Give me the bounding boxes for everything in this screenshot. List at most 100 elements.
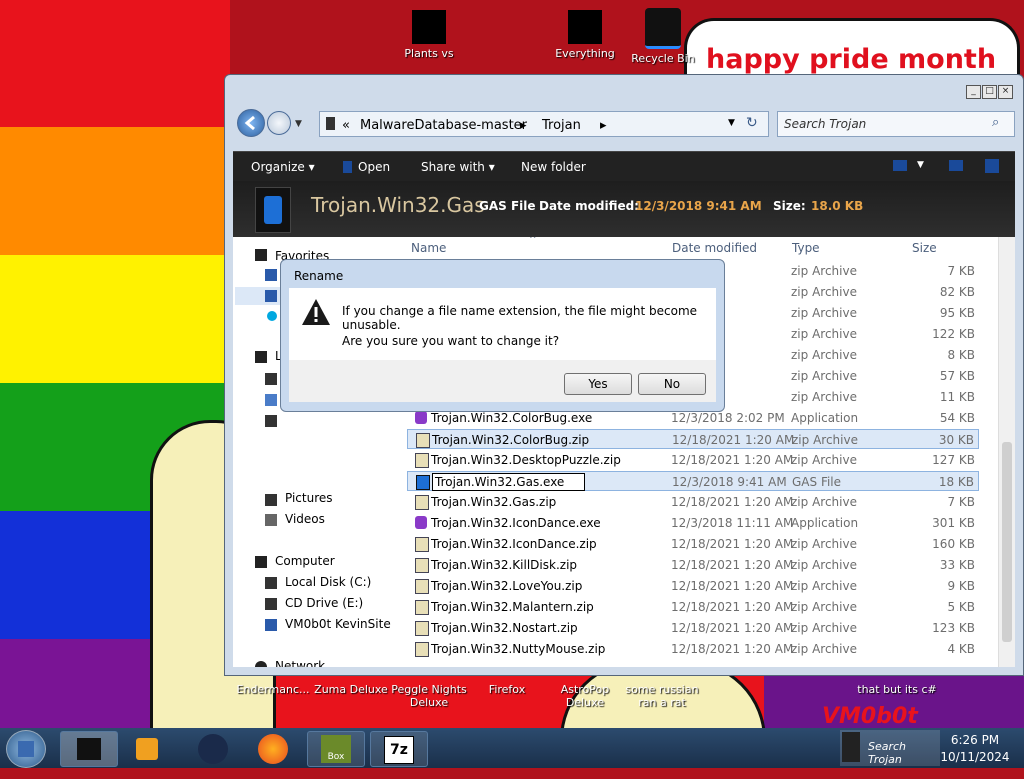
- column-header-name[interactable]: Name: [411, 241, 446, 255]
- refresh-icon[interactable]: ↻: [746, 115, 758, 131]
- file-type: zip Archive: [792, 433, 858, 447]
- desktop-icon-peggle-nights[interactable]: Peggle Nights Deluxe: [386, 683, 472, 709]
- nav-computer[interactable]: Computer: [275, 554, 335, 568]
- file-type: zip Archive: [791, 369, 857, 383]
- start-button[interactable]: [6, 730, 46, 768]
- nav-cd-drive[interactable]: CD Drive (E:): [285, 596, 363, 610]
- details-file-name: Trojan.Win32.Gas: [311, 193, 485, 217]
- address-dropdown-icon[interactable]: ▼: [728, 118, 735, 128]
- file-type: zip Archive: [791, 264, 857, 278]
- organize-button[interactable]: Organize ▾: [251, 160, 315, 174]
- details-date-value: 12/3/2018 9:41 AM: [635, 199, 762, 213]
- library-subitem-icon[interactable]: [265, 373, 277, 385]
- back-button[interactable]: [237, 109, 265, 137]
- file-date: 12/18/2021 1:20 AM: [671, 495, 794, 509]
- network-drive-icon: [265, 619, 277, 631]
- clock-date[interactable]: 10/11/2024: [940, 750, 1010, 764]
- desktop-icon-recycle-bin[interactable]: Recycle Bin: [620, 8, 706, 65]
- minimize-button[interactable]: _: [966, 85, 981, 99]
- media-player-icon[interactable]: [136, 738, 158, 760]
- maximize-button[interactable]: □: [982, 85, 997, 99]
- column-header-size[interactable]: Size: [912, 241, 937, 255]
- windows-logo-icon: [18, 741, 34, 757]
- desktop-icon-endermanc[interactable]: Endermanc...: [230, 683, 316, 696]
- column-header-date[interactable]: Date modified: [672, 241, 757, 255]
- taskbar-app-explorer[interactable]: [60, 731, 118, 767]
- clock-time[interactable]: 6:26 PM: [944, 733, 1006, 747]
- gas-file-icon: [416, 475, 430, 490]
- file-size: 18 KB: [938, 475, 974, 489]
- table-row[interactable]: Trojan.Win32.IconDance.exe 12/3/2018 11:1…: [407, 513, 979, 533]
- desktop-icon-label: AstroPop Deluxe: [560, 683, 610, 709]
- taskbar-app-7zip[interactable]: 7z: [370, 731, 428, 767]
- table-row[interactable]: Trojan.Win32.KillDisk.zip 12/18/2021 1:20…: [407, 555, 979, 575]
- open-button[interactable]: Open: [343, 160, 390, 174]
- view-dropdown-icon[interactable]: ▼: [917, 160, 924, 170]
- no-button[interactable]: No: [638, 373, 706, 395]
- file-size: 123 KB: [932, 621, 975, 635]
- desktop-icon-astropop[interactable]: AstroPop Deluxe: [548, 683, 622, 709]
- firefox-icon[interactable]: [258, 734, 288, 764]
- share-with-button[interactable]: Share with ▾: [421, 160, 495, 174]
- favorites-subitem-icon[interactable]: [267, 311, 277, 321]
- new-folder-button[interactable]: New folder: [521, 160, 586, 174]
- close-button[interactable]: ×: [998, 85, 1013, 99]
- tray-search-text: Search Trojan: [868, 740, 907, 766]
- help-icon[interactable]: [985, 159, 999, 173]
- pictures-icon: [265, 494, 277, 506]
- desktop-icon-russian-rat[interactable]: some russian ran a rat: [624, 683, 700, 709]
- desktop-icon-everything[interactable]: Everything: [542, 10, 628, 60]
- nav-network[interactable]: Network: [275, 659, 325, 667]
- table-row[interactable]: Trojan.Win32.IconDance.zip 12/18/2021 1:2…: [407, 534, 979, 554]
- box-app-icon: Box: [321, 735, 351, 763]
- rename-input[interactable]: Trojan.Win32.Gas.exe: [432, 473, 586, 491]
- breadcrumb-trojan[interactable]: Trojan: [542, 118, 581, 133]
- desktop-icon-zuma-deluxe[interactable]: Zuma Deluxe: [308, 683, 394, 696]
- file-type: zip Archive: [791, 642, 857, 656]
- file-type: zip Archive: [791, 621, 857, 635]
- scrollbar-thumb[interactable]: [1002, 442, 1012, 642]
- desktop-icon-firefox[interactable]: Firefox: [464, 683, 550, 696]
- vertical-scrollbar[interactable]: [998, 237, 1015, 667]
- table-row[interactable]: Trojan.Win32.Gas.zip 12/18/2021 1:20 AM zi…: [407, 492, 979, 512]
- forward-button[interactable]: [267, 111, 291, 135]
- file-size: 127 KB: [932, 453, 975, 467]
- table-row[interactable]: Trojan.Win32.Malantern.zip 12/18/2021 1:2…: [407, 597, 979, 617]
- library-subitem-icon[interactable]: [265, 415, 277, 427]
- browser-globe-icon[interactable]: [198, 734, 228, 764]
- preview-pane-icon[interactable]: [949, 160, 963, 171]
- address-box[interactable]: « MalwareDatabase-master ▸ Trojan ▸ ▼ ↻: [319, 111, 769, 137]
- search-icon[interactable]: ⌕: [992, 115, 999, 130]
- favorites-subitem-icon[interactable]: [265, 290, 277, 302]
- nav-pictures[interactable]: Pictures: [285, 491, 333, 505]
- recent-pages-icon[interactable]: ▼: [295, 119, 302, 129]
- table-row[interactable]: Trojan.Win32.NuttyMouse.zip 12/18/2021 1:…: [407, 639, 979, 659]
- table-row[interactable]: Trojan.Win32.ColorBug.zip 12/18/2021 1:20…: [407, 429, 979, 449]
- cd-drive-icon: [265, 598, 277, 610]
- library-subitem-icon[interactable]: [265, 394, 277, 406]
- table-row[interactable]: Trojan.Win32.Nostart.zip 12/18/2021 1:20 …: [407, 618, 979, 638]
- file-type: zip Archive: [791, 285, 857, 299]
- breadcrumb-malwaredatabase[interactable]: MalwareDatabase-master: [360, 118, 527, 133]
- everything-icon: [568, 10, 602, 44]
- column-header-type[interactable]: Type: [792, 241, 820, 255]
- table-row[interactable]: Trojan.Win32.DesktopPuzzle.zip 12/18/2021…: [407, 450, 979, 470]
- address-bar-row: ▼ « MalwareDatabase-master ▸ Trojan ▸ ▼ …: [235, 107, 1015, 139]
- change-view-icon[interactable]: [893, 160, 907, 171]
- favorites-subitem-icon[interactable]: [265, 269, 277, 281]
- details-pane: Trojan.Win32.Gas GAS File Date modified:…: [233, 181, 1015, 237]
- yes-button[interactable]: Yes: [564, 373, 632, 395]
- desktop-icon-plants-vs[interactable]: Plants vs: [386, 10, 472, 60]
- file-size: 122 KB: [932, 327, 975, 341]
- breadcrumb-separator[interactable]: ▸: [600, 118, 607, 133]
- table-row[interactable]: Trojan.Win32.LoveYou.zip 12/18/2021 1:20 …: [407, 576, 979, 596]
- table-row[interactable]: Trojan.Win32.Gas.exe 12/3/2018 9:41 AM GAS…: [407, 471, 979, 491]
- nav-videos[interactable]: Videos: [285, 512, 325, 526]
- breadcrumb-separator[interactable]: ▸: [520, 118, 527, 133]
- tray-preview[interactable]: Search Trojan: [840, 730, 940, 766]
- desktop-icon-c-sharp[interactable]: that but its c#: [850, 683, 944, 696]
- search-input[interactable]: Search Trojan ⌕: [777, 111, 1015, 137]
- nav-vmobot-kevinsite[interactable]: VM0b0t KevinSite: [285, 617, 391, 631]
- nav-local-disk[interactable]: Local Disk (C:): [285, 575, 371, 589]
- taskbar-app-box[interactable]: Box: [307, 731, 365, 767]
